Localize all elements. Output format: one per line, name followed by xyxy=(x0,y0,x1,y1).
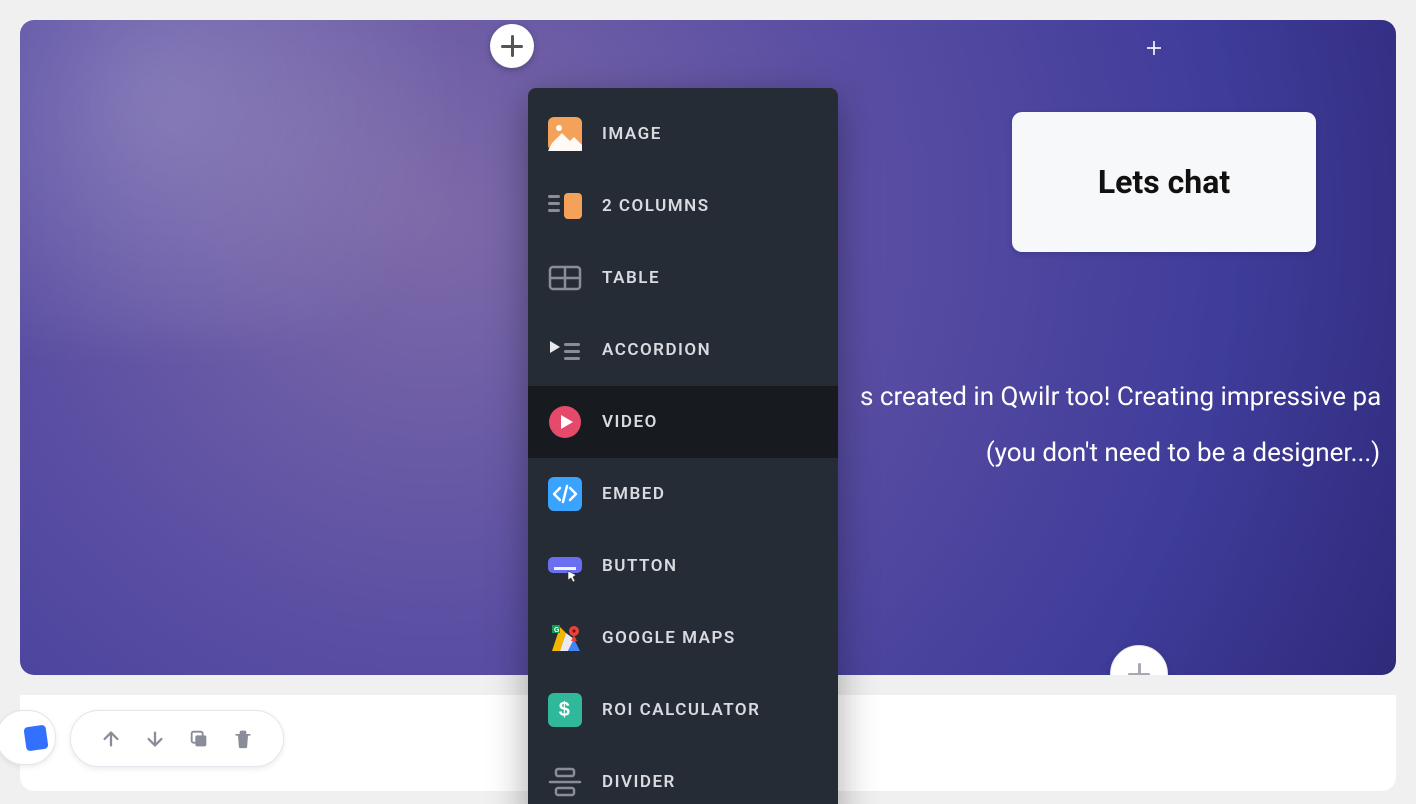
divider-icon xyxy=(548,765,582,799)
menu-item-google-maps[interactable]: G GOOGLE MAPS xyxy=(528,602,838,674)
menu-item-columns[interactable]: 2 COLUMNS xyxy=(528,170,838,242)
copy-icon xyxy=(188,728,210,750)
menu-item-label: ACCORDION xyxy=(602,340,711,360)
add-element-icon[interactable] xyxy=(1144,38,1164,58)
menu-item-image[interactable]: IMAGE xyxy=(528,98,838,170)
menu-item-label: VIDEO xyxy=(602,412,658,432)
lets-chat-label: Lets chat xyxy=(1098,163,1230,201)
image-icon xyxy=(548,117,582,151)
menu-item-embed[interactable]: EMBED xyxy=(528,458,838,530)
canvas-text-line-1: s created in Qwilr too! Creating impress… xyxy=(860,375,1396,421)
menu-item-label: BUTTON xyxy=(602,556,678,576)
add-section-button[interactable] xyxy=(1110,645,1168,675)
menu-item-label: GOOGLE MAPS xyxy=(602,628,736,648)
add-block-button[interactable] xyxy=(490,24,534,68)
move-down-button[interactable] xyxy=(135,719,175,759)
menu-item-label: ROI CALCULATOR xyxy=(602,700,760,720)
menu-item-label: 2 COLUMNS xyxy=(602,196,710,216)
menu-item-video[interactable]: VIDEO xyxy=(528,386,838,458)
google-maps-icon: G xyxy=(548,621,582,655)
accordion-icon xyxy=(548,333,582,367)
svg-text:G: G xyxy=(554,627,561,634)
menu-item-label: TABLE xyxy=(602,268,660,288)
menu-item-label: EMBED xyxy=(602,484,665,504)
move-up-button[interactable] xyxy=(91,719,131,759)
trash-icon xyxy=(233,729,253,749)
video-icon xyxy=(548,405,582,439)
menu-item-table[interactable]: TABLE xyxy=(528,242,838,314)
table-icon xyxy=(548,261,582,295)
svg-text:$: $ xyxy=(559,699,572,721)
embed-icon xyxy=(548,477,582,511)
insert-block-menu: IMAGE 2 COLUMNS TABLE ACCORDION VIDEO EM… xyxy=(528,88,838,804)
roi-icon: $ xyxy=(548,693,582,727)
menu-item-divider[interactable]: DIVIDER xyxy=(528,746,838,804)
menu-item-accordion[interactable]: ACCORDION xyxy=(528,314,838,386)
section-toolbar xyxy=(70,710,284,767)
canvas-text-block: s created in Qwilr too! Creating impress… xyxy=(860,375,1396,476)
section-card-icon xyxy=(23,724,48,751)
menu-item-button[interactable]: BUTTON xyxy=(528,530,838,602)
duplicate-button[interactable] xyxy=(179,719,219,759)
canvas-text-line-2: (you don't need to be a designer...) xyxy=(970,431,1396,477)
menu-item-label: IMAGE xyxy=(602,124,662,144)
lets-chat-card[interactable]: Lets chat xyxy=(1012,112,1316,252)
menu-item-label: DIVIDER xyxy=(602,772,676,792)
menu-item-roi-calculator[interactable]: $ ROI CALCULATOR xyxy=(528,674,838,746)
columns-icon xyxy=(548,189,582,223)
section-handle[interactable] xyxy=(0,710,56,765)
arrow-down-icon xyxy=(144,728,166,750)
arrow-up-icon xyxy=(100,728,122,750)
button-icon xyxy=(548,549,582,583)
add-section-bottom xyxy=(1110,645,1168,675)
delete-button[interactable] xyxy=(223,719,263,759)
